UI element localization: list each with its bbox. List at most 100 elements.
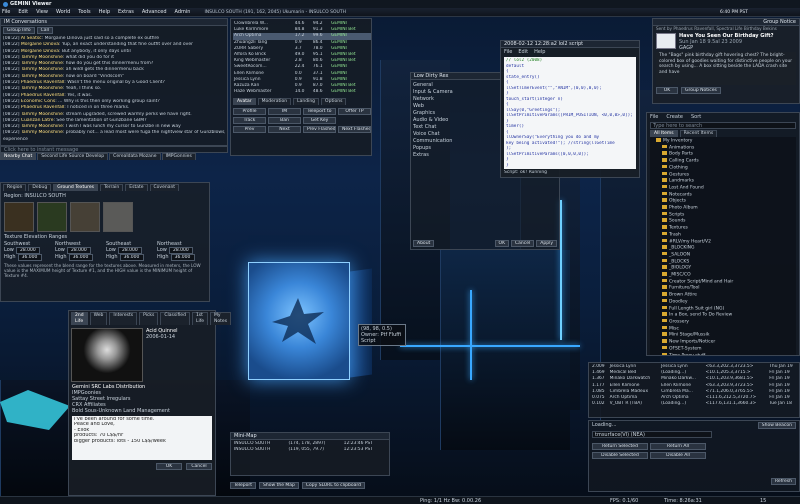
inventory-item[interactable]: Notecards (656, 191, 790, 199)
texture-swatch[interactable] (103, 202, 133, 232)
tab-recent-items[interactable]: Recent Items (679, 130, 718, 137)
tab-my-notes[interactable]: My Notes (210, 312, 232, 325)
elevation-input[interactable]: 36.000 (17, 254, 42, 261)
return-selected-button[interactable]: Return Selected (592, 443, 648, 450)
inventory-search[interactable]: Type here to search (650, 122, 796, 129)
tab-estate[interactable]: Estate (125, 184, 148, 191)
inventory-item[interactable]: Scripts (656, 211, 790, 219)
inventory-item[interactable]: Grossery (656, 318, 790, 326)
profile-cancel-button[interactable]: Cancel (186, 463, 212, 470)
inventory-menu-sort[interactable]: Sort (691, 114, 701, 120)
group-info-button[interactable]: Group Info (3, 27, 35, 34)
inventory-item[interactable]: Misc (656, 325, 790, 333)
inventory-menu-file[interactable]: File (650, 114, 658, 120)
chat-sender[interactable]: Al Seatsc (21, 36, 42, 41)
chat-sender[interactable]: Phaedrus Ravenfall (21, 80, 64, 85)
chat-sender[interactable]: Tammy Moonshine (21, 61, 63, 66)
prefs-category-item[interactable]: Input & Camera (413, 89, 453, 96)
tab-avatar[interactable]: Avatar (233, 98, 256, 106)
texture-swatch[interactable] (4, 202, 34, 232)
disable-selected-button[interactable]: Disable Selected (592, 452, 648, 459)
prefs-category-item[interactable]: General (413, 82, 453, 89)
return-all-button[interactable]: Return All (650, 443, 706, 450)
inventory-item[interactable]: Photo Album (656, 205, 790, 212)
cancel-button[interactable]: Cancel (511, 240, 535, 247)
menu-advanced[interactable]: Advanced (142, 9, 167, 15)
inventory-item[interactable]: Textures (656, 225, 790, 232)
tab-terrain[interactable]: Terrain (100, 184, 124, 191)
elevation-input[interactable]: 28.000 (15, 247, 40, 254)
chat-sender[interactable]: Morgaine Dinova (21, 49, 59, 54)
about-button[interactable]: About (413, 240, 435, 247)
teleport-to-button[interactable]: Teleport to (303, 108, 336, 116)
chat-sender[interactable]: Tammy Moonshine (21, 124, 63, 129)
radar-command[interactable]: tmsurface(VI) (NEA) (592, 431, 712, 438)
menu-tools[interactable]: Tools (78, 9, 90, 15)
inventory-item[interactable]: Landmarks (656, 178, 790, 185)
group-notices-button[interactable]: Group Notices (681, 87, 721, 94)
texture-swatch[interactable] (37, 202, 67, 232)
elevation-input[interactable]: 28.000 (117, 247, 142, 254)
prefs-category-item[interactable]: Extras (413, 152, 453, 159)
get-key-button[interactable]: Get Key (303, 117, 336, 125)
tab-classified[interactable]: Classified (160, 312, 190, 325)
track-button[interactable]: Track (233, 117, 266, 125)
chat-sender[interactable]: Tammy Moonshine (21, 86, 63, 91)
inventory-item[interactable]: _MISC/CO (656, 272, 790, 279)
next-flashed-button[interactable]: Next Flashed (338, 126, 371, 134)
inventory-item[interactable]: In a Box, send To Do Review (656, 312, 790, 319)
inventory-item[interactable]: Doodley (656, 298, 790, 306)
prefs-category-item[interactable]: Audio & Video (413, 117, 453, 124)
inventory-item[interactable]: Clothing (656, 164, 790, 172)
group-item[interactable]: Bold Sous-Unknown Land Management (72, 408, 212, 414)
chat-sender[interactable]: Tammy Moonshine (21, 74, 63, 79)
chat-sender[interactable]: Tammy Moonshine (21, 55, 63, 60)
script-menu-edit[interactable]: Edit (518, 49, 528, 55)
chat-sender[interactable]: Tammy Moonshine (21, 67, 63, 72)
chat-input[interactable]: Click here to instant message (0, 146, 228, 153)
profile-ok-button[interactable]: OK (156, 463, 182, 470)
inventory-item[interactable]: OFSET-System (656, 345, 790, 353)
elevation-input[interactable]: 36.000 (68, 254, 93, 261)
prefs-category-item[interactable]: Popups (413, 145, 453, 152)
table-row[interactable]: 0.102 V_OBT R (TBA) (Loading...) <117.6,131… (591, 401, 799, 407)
disable-all-button[interactable]: Disable All (650, 452, 706, 459)
script-menu-file[interactable]: File (504, 49, 512, 55)
inventory-item[interactable]: New Imports/Noticer (656, 339, 790, 346)
profile-notes[interactable]: I've been around for some time. Peace and… (72, 416, 212, 460)
tab-landing[interactable]: Landing (293, 98, 320, 106)
inventory-item[interactable]: _BLOCKING (656, 245, 790, 252)
tab-moderation[interactable]: Moderation (257, 98, 292, 106)
inventory-item[interactable]: Calling Cards (656, 158, 790, 165)
call-button[interactable]: Call (36, 27, 54, 34)
prefs-category-item[interactable]: Network (413, 96, 453, 103)
tab-picks[interactable]: Picks (139, 312, 159, 325)
inventory-item[interactable]: Time Proxy stuff (656, 352, 790, 355)
profile-button[interactable]: Profile (233, 108, 266, 116)
chat-sender[interactable]: Phaedrus Ravenfall (21, 93, 64, 98)
chat-sender[interactable]: Economic Cons (21, 99, 55, 104)
inventory-menu-create[interactable]: Create (666, 114, 683, 120)
chat-sender[interactable]: Morgaine Dinova (21, 42, 59, 47)
tab-web[interactable]: Web (89, 312, 108, 325)
tab-options[interactable]: Options (321, 98, 347, 106)
inventory-item[interactable]: Trash (656, 231, 790, 239)
chat-sender[interactable]: Tammy Moonshine (21, 112, 63, 117)
tab-second-life[interactable]: Second Life Source Develop (37, 153, 109, 160)
tab-debug[interactable]: Debug (28, 184, 52, 191)
inventory-item[interactable]: Full Length Suit girl (NG) (656, 305, 790, 313)
show-map-button[interactable]: Show the Map (259, 482, 299, 489)
tab-nearby-chat[interactable]: Nearby Chat (0, 153, 37, 160)
texture-swatch[interactable] (70, 202, 100, 232)
inventory-item[interactable]: Creator Script/Mind and Hair (656, 278, 790, 286)
ban-button[interactable]: Ban (268, 117, 301, 125)
next-button[interactable]: Next (268, 126, 301, 134)
inventory-item[interactable]: Lost And Found (656, 184, 790, 192)
tab-covenant[interactable]: Covenant (149, 184, 180, 191)
chat-sender[interactable]: Cuanzan Latre (21, 118, 54, 123)
location-bar[interactable]: INSULCO SOUTH (191, 162, 2045) Ukumarin … (204, 10, 346, 15)
inventory-item[interactable]: _SALOON (656, 251, 790, 259)
inventory-item[interactable]: #RLV/my Heart/V2 (656, 238, 790, 246)
menu-view[interactable]: View (36, 9, 48, 15)
tab-2nd-life[interactable]: 2nd Life (71, 312, 88, 325)
